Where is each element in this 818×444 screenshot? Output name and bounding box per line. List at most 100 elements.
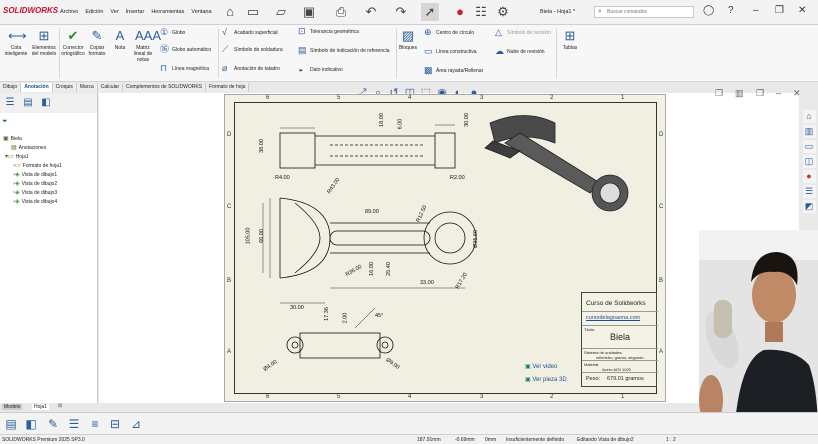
file-explorer-icon[interactable]: ▭ [802,140,816,153]
ver-pieza-3d-link[interactable]: ▣ Ver pieza 3D [525,376,567,383]
menu-edicion[interactable]: Edición [85,9,103,15]
drawing-sheet[interactable]: 6 5 4 3 2 1 6 5 4 3 2 1 D C B A D C B A [224,94,666,402]
layer-properties-icon[interactable]: ◧ [23,416,39,432]
tree-item-formato-hoja1[interactable]: ›▭ Formato de hoja1 [13,162,62,169]
menu-herramientas[interactable]: Herramientas [151,9,184,15]
graphics-tile-icon[interactable]: ▥ [735,88,744,99]
add-sheet-icon[interactable]: ⊞ [58,403,62,409]
graphics-restore-down-icon[interactable]: ❐ [756,88,764,99]
tree-item-hoja1[interactable]: ▾▭ Hoja1 [5,153,29,160]
dim-45deg[interactable]: 45° [375,313,383,319]
open-folder-icon[interactable]: ▱ [272,3,290,21]
dim-r2[interactable]: R2.00 [450,175,465,181]
tab-formato-hoja[interactable]: Formato de hoja [205,83,250,92]
tables-button[interactable]: ⊞ Tablas [559,28,581,51]
dim-2[interactable]: 2.00 [342,313,348,324]
weld-symbol-button[interactable]: ⟋ Símbolo de soldadura [222,45,283,54]
forum-icon[interactable]: ◩ [802,200,816,213]
dim-16[interactable]: 16.00 [369,262,375,276]
custom-properties-icon[interactable]: ☰ [802,185,816,198]
sheet-tab-hoja1[interactable]: Hoja1 [32,404,50,410]
user-account-icon[interactable]: ◯ [703,5,714,16]
smart-dimension-button[interactable]: ⟷ Cota inteligente [2,28,30,57]
dim-18[interactable]: 18.00 [379,113,385,127]
linear-note-pattern-button[interactable]: AAA Matriz lineal de notas [130,28,161,63]
options-gear-icon[interactable]: ⚙ [494,3,512,21]
minimize-icon[interactable]: – [753,5,759,16]
dim-25-4[interactable]: 25.40 [386,262,392,276]
graphics-close-icon[interactable]: ✕ [793,88,801,99]
graphics-restore-icon[interactable]: ❐ [715,88,723,99]
magnetic-line-button[interactable]: ⊓ Línea magnética [160,64,209,73]
home-icon[interactable]: ⌂ [221,3,239,21]
menu-archivo[interactable]: Archivo [60,9,78,15]
format-painter-button[interactable]: ✎ Copiar formato [86,28,108,57]
dim-105[interactable]: 105.00 [245,228,251,245]
datum-feature-button[interactable]: ▤ Símbolo de indicación de referencia [298,46,390,55]
tab-calcular[interactable]: Calcular [97,83,124,92]
undo-icon[interactable]: ↶ [362,3,380,21]
view-palette-icon[interactable]: ◫ [802,155,816,168]
configuration-manager-tab-icon[interactable]: ◧ [39,96,53,110]
file-properties-icon[interactable]: ☷ [472,3,490,21]
dim-30-top[interactable]: 30.00 [464,113,470,127]
line-color-icon[interactable]: ✎ [45,416,61,432]
new-document-icon[interactable]: ▭ [244,3,262,21]
close-icon[interactable]: ✕ [798,5,806,16]
tab-marca[interactable]: Marca [76,83,98,92]
sheet-tab-model[interactable]: Modelo [2,404,23,410]
area-hatch-button[interactable]: ▩ Área rayada/Rellenar [424,66,483,75]
menu-ventana[interactable]: Ventana [191,9,211,15]
title-block-url[interactable]: cursodelagoaona.com [586,315,640,321]
dim-r4[interactable]: R4.00 [275,175,290,181]
hole-callout-button[interactable]: ⌀ Anotación de taladro [222,64,280,73]
tab-anotacion[interactable]: Anotación [21,83,53,92]
model-items-button[interactable]: ⊞ Elementos del modelo [30,28,58,57]
property-manager-tab-icon[interactable]: ▤ [21,96,35,110]
line-thickness-icon[interactable]: ☰ [66,416,82,432]
revision-cloud-button[interactable]: ☁ Nube de revisión [495,47,545,56]
filter-icon[interactable]: ⏷ [2,118,8,126]
save-icon[interactable]: ▣ [300,3,318,21]
dim-89[interactable]: 89.00 [365,209,379,215]
dim-dia-35-6[interactable]: Ø35.60 [473,230,479,248]
solidworks-resources-icon[interactable]: ⌂ [802,110,816,123]
graphics-minimize-icon[interactable]: – [776,88,781,98]
search-commands-input[interactable]: ⌕ Buscar comandos [594,6,694,18]
revision-symbol-button[interactable]: △ Símbolo de revisión [495,28,551,37]
tree-item-anotaciones[interactable]: ▤ Anotaciones [11,144,46,151]
dim-17-36[interactable]: 17.36 [324,307,330,321]
status-scale[interactable]: 1 : 2 [666,437,676,443]
tree-item-vista-dibujo1[interactable]: ›◈ Vista de dibujo1 [13,171,57,178]
tab-complementos[interactable]: Complementos de SOLIDWORKS [123,83,206,92]
ver-video-link[interactable]: ▣ Ver video [525,363,557,370]
note-button[interactable]: A Nota [110,28,130,51]
select-arrow-icon[interactable]: ➚ [421,3,439,21]
tree-item-vista-dibujo3[interactable]: ›◈ Vista de dibujo3 [13,189,57,196]
balloon-button[interactable]: ① Globo [160,28,185,37]
tree-item-vista-dibujo2[interactable]: ›◈ Vista de dibujo2 [13,180,57,187]
print-icon[interactable]: ⎙ [332,3,350,21]
dim-33[interactable]: 33.00 [420,280,434,286]
spell-checker-button[interactable]: ✔ Corrector ortográfico [60,28,86,57]
hide-show-edges-icon[interactable]: ⊟ [107,416,123,432]
dim-66[interactable]: 66.00 [259,229,265,243]
design-library-icon[interactable]: ▥ [802,125,816,138]
rebuild-traffic-light-icon[interactable]: ● [451,3,469,21]
color-display-mode-icon[interactable]: ⊿ [128,416,144,432]
redo-icon[interactable]: ↷ [392,3,410,21]
tree-item-vista-dibujo4[interactable]: ›◈ Vista de dibujo4 [13,198,57,205]
blocks-button[interactable]: ▨ Bloques [398,28,418,51]
line-style-icon[interactable]: ≡ [87,416,103,432]
dim-38[interactable]: 38.00 [259,139,265,153]
dim-30[interactable]: 30.00 [290,305,304,311]
datum-target-button[interactable]: ◒ Dato indicativo [298,65,343,74]
menu-insertar[interactable]: Insertar [126,9,145,15]
feature-tree-tab-icon[interactable]: ☰ [3,96,17,110]
center-mark-button[interactable]: ⊕ Centro de círculo [424,28,474,37]
auto-balloon-button[interactable]: ⑯ Globo automático [160,45,211,54]
help-icon[interactable]: ? [728,5,734,16]
tab-croquis[interactable]: Croquis [52,83,77,92]
centerline-button[interactable]: ▭ Línea constructiva [424,47,477,56]
surface-finish-button[interactable]: √ Acabado superficial [222,28,278,37]
